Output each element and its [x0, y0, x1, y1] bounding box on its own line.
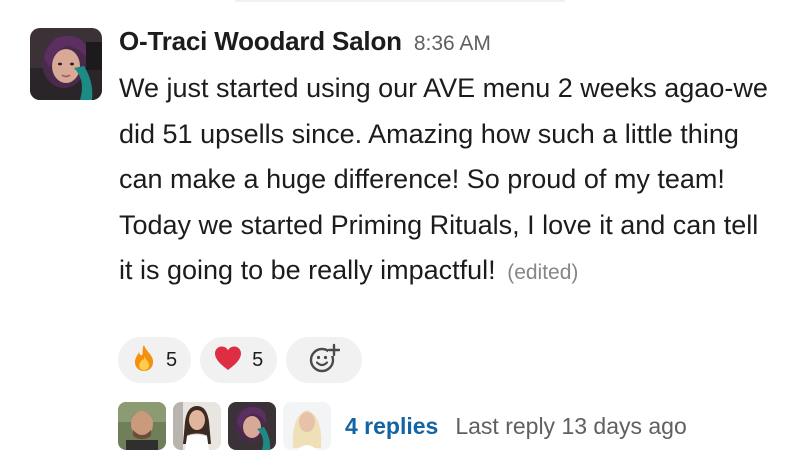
replies-link[interactable]: 4 replies — [345, 413, 438, 440]
fire-emoji-icon — [132, 344, 156, 377]
reaction-count: 5 — [166, 348, 178, 371]
edited-label: (edited) — [507, 261, 579, 284]
message-text: We just started using our AVE menu 2 wee… — [119, 73, 768, 285]
participant-avatar — [173, 402, 221, 450]
last-reply-text: Last reply 13 days ago — [455, 412, 687, 439]
reaction-count: 5 — [252, 348, 264, 371]
chat-message: O-Traci Woodard Salon 8:36 AM We just sta… — [0, 0, 790, 472]
participant-avatar — [228, 402, 276, 450]
add-emoji-icon — [308, 342, 341, 379]
participant-avatar — [283, 402, 331, 450]
reaction-fire[interactable]: 5 — [118, 337, 192, 383]
message-header: O-Traci Woodard Salon 8:36 AM — [119, 26, 491, 57]
reaction-heart[interactable]: 5 — [200, 337, 278, 383]
thread-summary[interactable]: 4 replies Last reply 13 days ago — [118, 402, 687, 450]
message-timestamp[interactable]: 8:36 AM — [414, 32, 491, 55]
heart-emoji-icon — [214, 345, 242, 376]
thread-participants — [118, 402, 331, 450]
participant-avatar — [118, 402, 166, 450]
sender-name[interactable]: O-Traci Woodard Salon — [119, 26, 402, 56]
message-body: We just started using our AVE menu 2 wee… — [119, 66, 779, 296]
add-reaction-button[interactable] — [286, 337, 363, 383]
reaction-bar: 5 5 — [118, 337, 363, 383]
sender-avatar[interactable] — [30, 28, 102, 100]
